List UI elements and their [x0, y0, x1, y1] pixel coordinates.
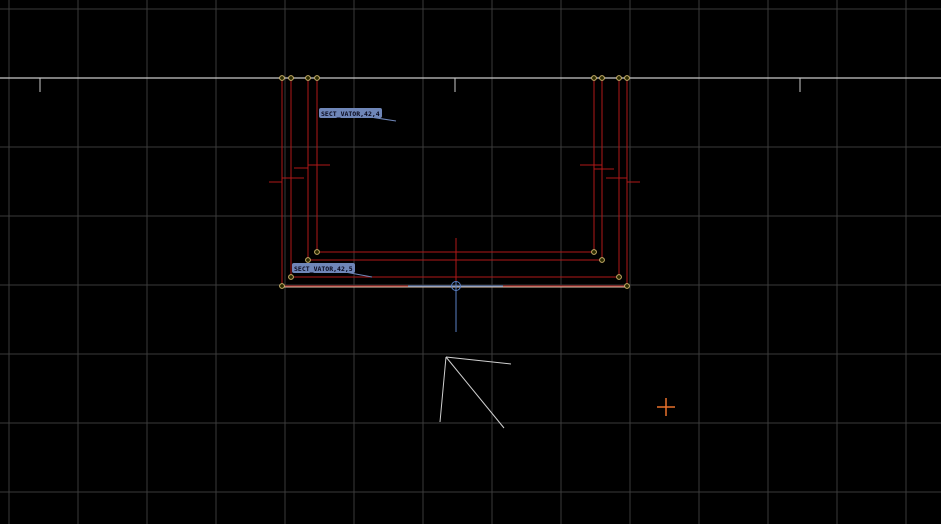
vertex	[305, 75, 311, 81]
vertex	[624, 75, 630, 81]
vertex	[599, 75, 605, 81]
vertex	[288, 75, 294, 81]
vertex	[616, 75, 622, 81]
vertex	[288, 274, 294, 280]
editor-2d-viewport[interactable]: SECT_VATOR,42,4 SECT_VATOR,42,5	[0, 0, 941, 524]
vertex	[279, 75, 285, 81]
vertex	[305, 257, 311, 263]
vertex	[591, 75, 597, 81]
sector-tag-top-label: SECT_VATOR,42,4	[321, 110, 380, 118]
sector-tag-bottom-label: SECT_VATOR,42,5	[294, 265, 353, 273]
vertex	[616, 274, 622, 280]
vertex	[314, 75, 320, 81]
vertex	[624, 283, 630, 289]
vertex	[314, 249, 320, 255]
vertex	[599, 257, 605, 263]
vertex	[591, 249, 597, 255]
vertex	[279, 283, 285, 289]
